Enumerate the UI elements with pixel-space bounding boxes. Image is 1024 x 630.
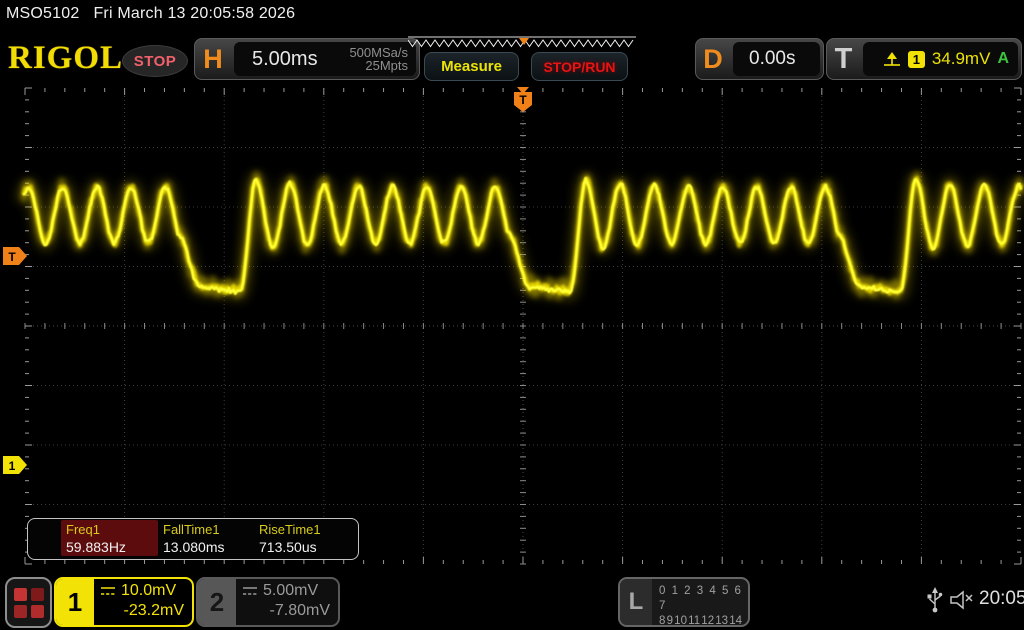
clock-display: 20:05	[979, 588, 1024, 610]
memory-depth-value: 25Mpts	[349, 59, 408, 72]
datetime-label: Fri March 13 20:05:58 2026	[93, 5, 295, 22]
channel1-offset: -23.2mV	[100, 601, 186, 620]
menu-square	[31, 588, 44, 601]
measurement-label: Freq1	[66, 522, 162, 538]
channel1-position-marker: 1	[3, 456, 27, 474]
usb-icon	[927, 586, 943, 614]
trigger-sweep-mode: A	[997, 50, 1009, 68]
delay-settings-tab[interactable]: D 0.00s	[695, 38, 824, 80]
svg-text:T: T	[8, 250, 16, 264]
horizontal-preview-strip[interactable]	[408, 36, 636, 49]
measurement-item[interactable]: Freq1 59.883Hz	[66, 522, 162, 556]
measurement-item[interactable]: FallTime1 13.080ms	[163, 522, 259, 556]
trigger-level-marker: T	[3, 247, 27, 265]
menu-square	[14, 605, 27, 618]
measurement-label: FallTime1	[163, 522, 259, 538]
delay-key-label: D	[696, 39, 730, 79]
channel2-number[interactable]: 2	[198, 579, 236, 625]
horizontal-key-label: H	[195, 39, 231, 79]
logic-channels-row2: 8 9 10 11 12 13 14 15	[659, 614, 748, 627]
measurement-value: 713.50us	[259, 538, 355, 556]
edge-trigger-icon	[881, 50, 901, 68]
stop-run-button[interactable]: STOP/RUN	[531, 52, 628, 81]
measurement-panel[interactable]: Freq1 59.883Hz FallTime1 13.080ms RiseTi…	[27, 518, 359, 560]
measure-button[interactable]: Measure	[424, 52, 519, 81]
trigger-source-badge: 1	[908, 51, 925, 68]
measurement-item[interactable]: RiseTime1 713.50us	[259, 522, 355, 556]
dc-coupling-icon	[100, 586, 116, 597]
logic-key-label: L	[620, 579, 652, 625]
rigol-logo: RIGOL	[8, 40, 123, 77]
timebase-value: 5.00ms	[252, 48, 318, 71]
channel1-number[interactable]: 1	[56, 579, 94, 625]
channel1-badge[interactable]: 1 10.0mV -23.2mV	[54, 577, 194, 627]
horizontal-settings-tab[interactable]: H 5.00ms 500MSa/s 25Mpts	[194, 38, 420, 80]
trigger-position-marker: T	[514, 87, 532, 112]
menu-square	[31, 605, 44, 618]
ch1-waveform-trace	[24, 174, 1021, 297]
graticule	[25, 88, 1021, 564]
trigger-settings-tab[interactable]: T 1 34.9mV A	[826, 38, 1022, 80]
acquisition-rates: 500MSa/s 25Mpts	[349, 46, 408, 72]
measurement-value: 59.883Hz	[66, 538, 162, 556]
logic-channels-row1: 0 1 2 3 4 5 6 7	[659, 584, 748, 614]
four-squares-icon	[14, 588, 44, 618]
logic-channels-badge[interactable]: L 0 1 2 3 4 5 6 7 8 9 10 11 12 13 14 15	[618, 577, 750, 627]
measurement-value: 13.080ms	[163, 538, 259, 556]
speaker-muted-icon[interactable]	[949, 589, 976, 611]
menu-grid-button[interactable]	[5, 577, 52, 628]
delay-value: 0.00s	[749, 48, 795, 70]
channel2-offset: -7.80mV	[242, 601, 332, 620]
svg-text:T: T	[519, 93, 527, 107]
system-info-bar: MSO5102 Fri March 13 20:05:58 2026	[6, 5, 295, 23]
channel2-badge[interactable]: 2 5.00mV -7.80mV	[196, 577, 340, 627]
run-state-badge: STOP	[122, 45, 188, 77]
trigger-key-label: T	[827, 39, 860, 79]
dc-coupling-icon	[242, 586, 258, 597]
svg-text:1: 1	[9, 459, 16, 473]
channel1-scale: 10.0mV	[121, 581, 176, 601]
channel2-scale: 5.00mV	[263, 581, 318, 601]
measurement-label: RiseTime1	[259, 522, 355, 538]
menu-square	[14, 588, 27, 601]
trigger-level-value: 34.9mV	[932, 49, 991, 69]
model-label: MSO5102	[6, 5, 79, 22]
